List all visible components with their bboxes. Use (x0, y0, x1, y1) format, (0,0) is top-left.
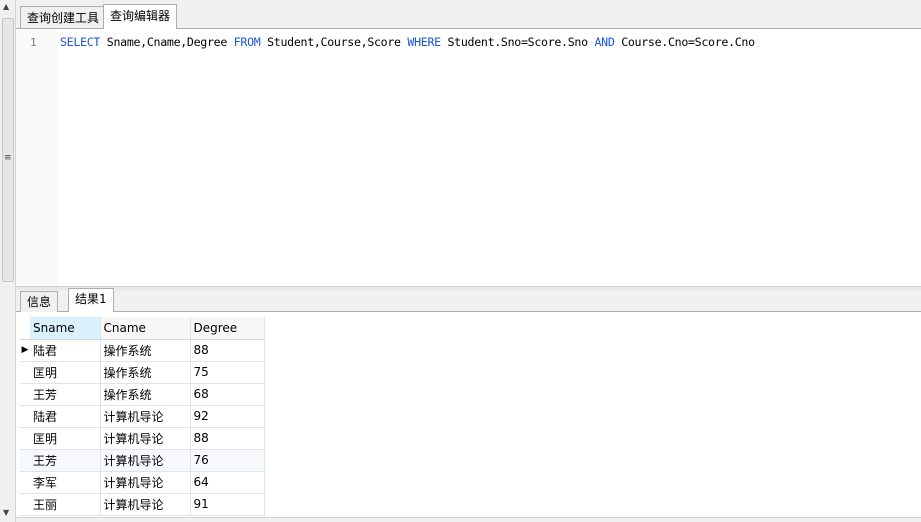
sql-keyword: SELECT (60, 35, 101, 49)
result-tab-strip: 信息 结果1 (16, 288, 921, 312)
column-header-sname[interactable]: Sname (30, 317, 101, 340)
cell-degree[interactable]: 68 (190, 383, 265, 406)
scroll-up-icon[interactable]: ▲ (3, 2, 9, 11)
row-indicator (20, 471, 30, 494)
row-indicator (20, 361, 30, 384)
sql-keyword: WHERE (407, 35, 441, 49)
cell-sname[interactable]: 王芳 (30, 383, 101, 406)
cell-sname[interactable]: 陆君 (30, 405, 101, 428)
sql-text: Student.Sno=Score.Sno (440, 35, 595, 49)
row-indicator (20, 449, 30, 472)
cell-degree[interactable]: 64 (190, 471, 265, 494)
result-grid[interactable]: Sname Cname Degree ▶ 陆君 操作系统 88 匡明 操作系统 … (20, 317, 265, 516)
cell-cname[interactable]: 计算机导论 (100, 471, 191, 494)
table-row[interactable]: 王芳 计算机导论 76 (20, 449, 265, 472)
cell-sname[interactable]: 陆君 (30, 339, 101, 362)
sql-text: Sname,Cname,Degree (100, 35, 234, 49)
table-row[interactable]: 王丽 计算机导论 91 (20, 493, 265, 516)
row-indicator-header (20, 317, 30, 340)
column-header-cname[interactable]: Cname (100, 317, 191, 340)
cell-degree[interactable]: 92 (190, 405, 265, 428)
cell-sname[interactable]: 匡明 (30, 427, 101, 450)
column-header-degree[interactable]: Degree (190, 317, 265, 340)
cell-cname[interactable]: 计算机导论 (100, 405, 191, 428)
splitter-grip-icon[interactable]: ≡ (4, 154, 12, 163)
cell-cname[interactable]: 操作系统 (100, 339, 191, 362)
row-indicator (20, 427, 30, 450)
table-row[interactable]: 匡明 计算机导论 88 (20, 427, 265, 450)
row-indicator (20, 493, 30, 516)
sql-text: Student,Course,Score (260, 35, 408, 49)
tab-query-editor[interactable]: 查询编辑器 (103, 4, 178, 29)
table-row[interactable]: 匡明 操作系统 75 (20, 361, 265, 384)
scroll-down-icon[interactable]: ▼ (3, 508, 9, 517)
sql-editor[interactable]: 1 SELECT Sname,Cname,Degree FROM Student… (16, 29, 921, 286)
cell-degree[interactable]: 91 (190, 493, 265, 516)
cell-degree[interactable]: 88 (190, 427, 265, 450)
current-row-indicator-icon: ▶ (20, 339, 30, 362)
cell-cname[interactable]: 操作系统 (100, 383, 191, 406)
line-number-gutter: 1 (16, 29, 58, 286)
cell-sname[interactable]: 李军 (30, 471, 101, 494)
tab-result-1[interactable]: 结果1 (68, 288, 114, 312)
cell-degree[interactable]: 76 (190, 449, 265, 472)
table-row[interactable]: ▶ 陆君 操作系统 88 (20, 339, 265, 362)
sql-text: Course.Cno=Score.Cno (614, 35, 755, 49)
cell-cname[interactable]: 计算机导论 (100, 493, 191, 516)
grid-header-row: Sname Cname Degree (20, 317, 265, 340)
line-number: 1 (30, 36, 37, 49)
sql-keyword: FROM (233, 35, 261, 49)
table-row[interactable]: 王芳 操作系统 68 (20, 383, 265, 406)
tab-query-builder[interactable]: 查询创建工具 (20, 6, 107, 28)
sql-code-line[interactable]: SELECT Sname,Cname,Degree FROM Student,C… (60, 35, 755, 49)
table-row[interactable]: 陆君 计算机导论 92 (20, 405, 265, 428)
cell-cname[interactable]: 计算机导论 (100, 427, 191, 450)
bottom-scrollbar[interactable] (16, 517, 921, 522)
cell-degree[interactable]: 75 (190, 361, 265, 384)
row-indicator (20, 383, 30, 406)
cell-cname[interactable]: 计算机导论 (100, 449, 191, 472)
scroll-thumb[interactable] (2, 18, 14, 282)
sql-keyword: AND (594, 35, 615, 49)
top-tab-strip: 查询创建工具 查询编辑器 (16, 0, 921, 29)
cell-sname[interactable]: 匡明 (30, 361, 101, 384)
vertical-scrollbar[interactable]: ▲ ≡ ▼ (0, 0, 16, 522)
tab-info[interactable]: 信息 (20, 291, 59, 312)
cell-sname[interactable]: 王丽 (30, 493, 101, 516)
row-indicator (20, 405, 30, 428)
table-row[interactable]: 李军 计算机导论 64 (20, 471, 265, 494)
cell-sname[interactable]: 王芳 (30, 449, 101, 472)
cell-degree[interactable]: 88 (190, 339, 265, 362)
cell-cname[interactable]: 操作系统 (100, 361, 191, 384)
